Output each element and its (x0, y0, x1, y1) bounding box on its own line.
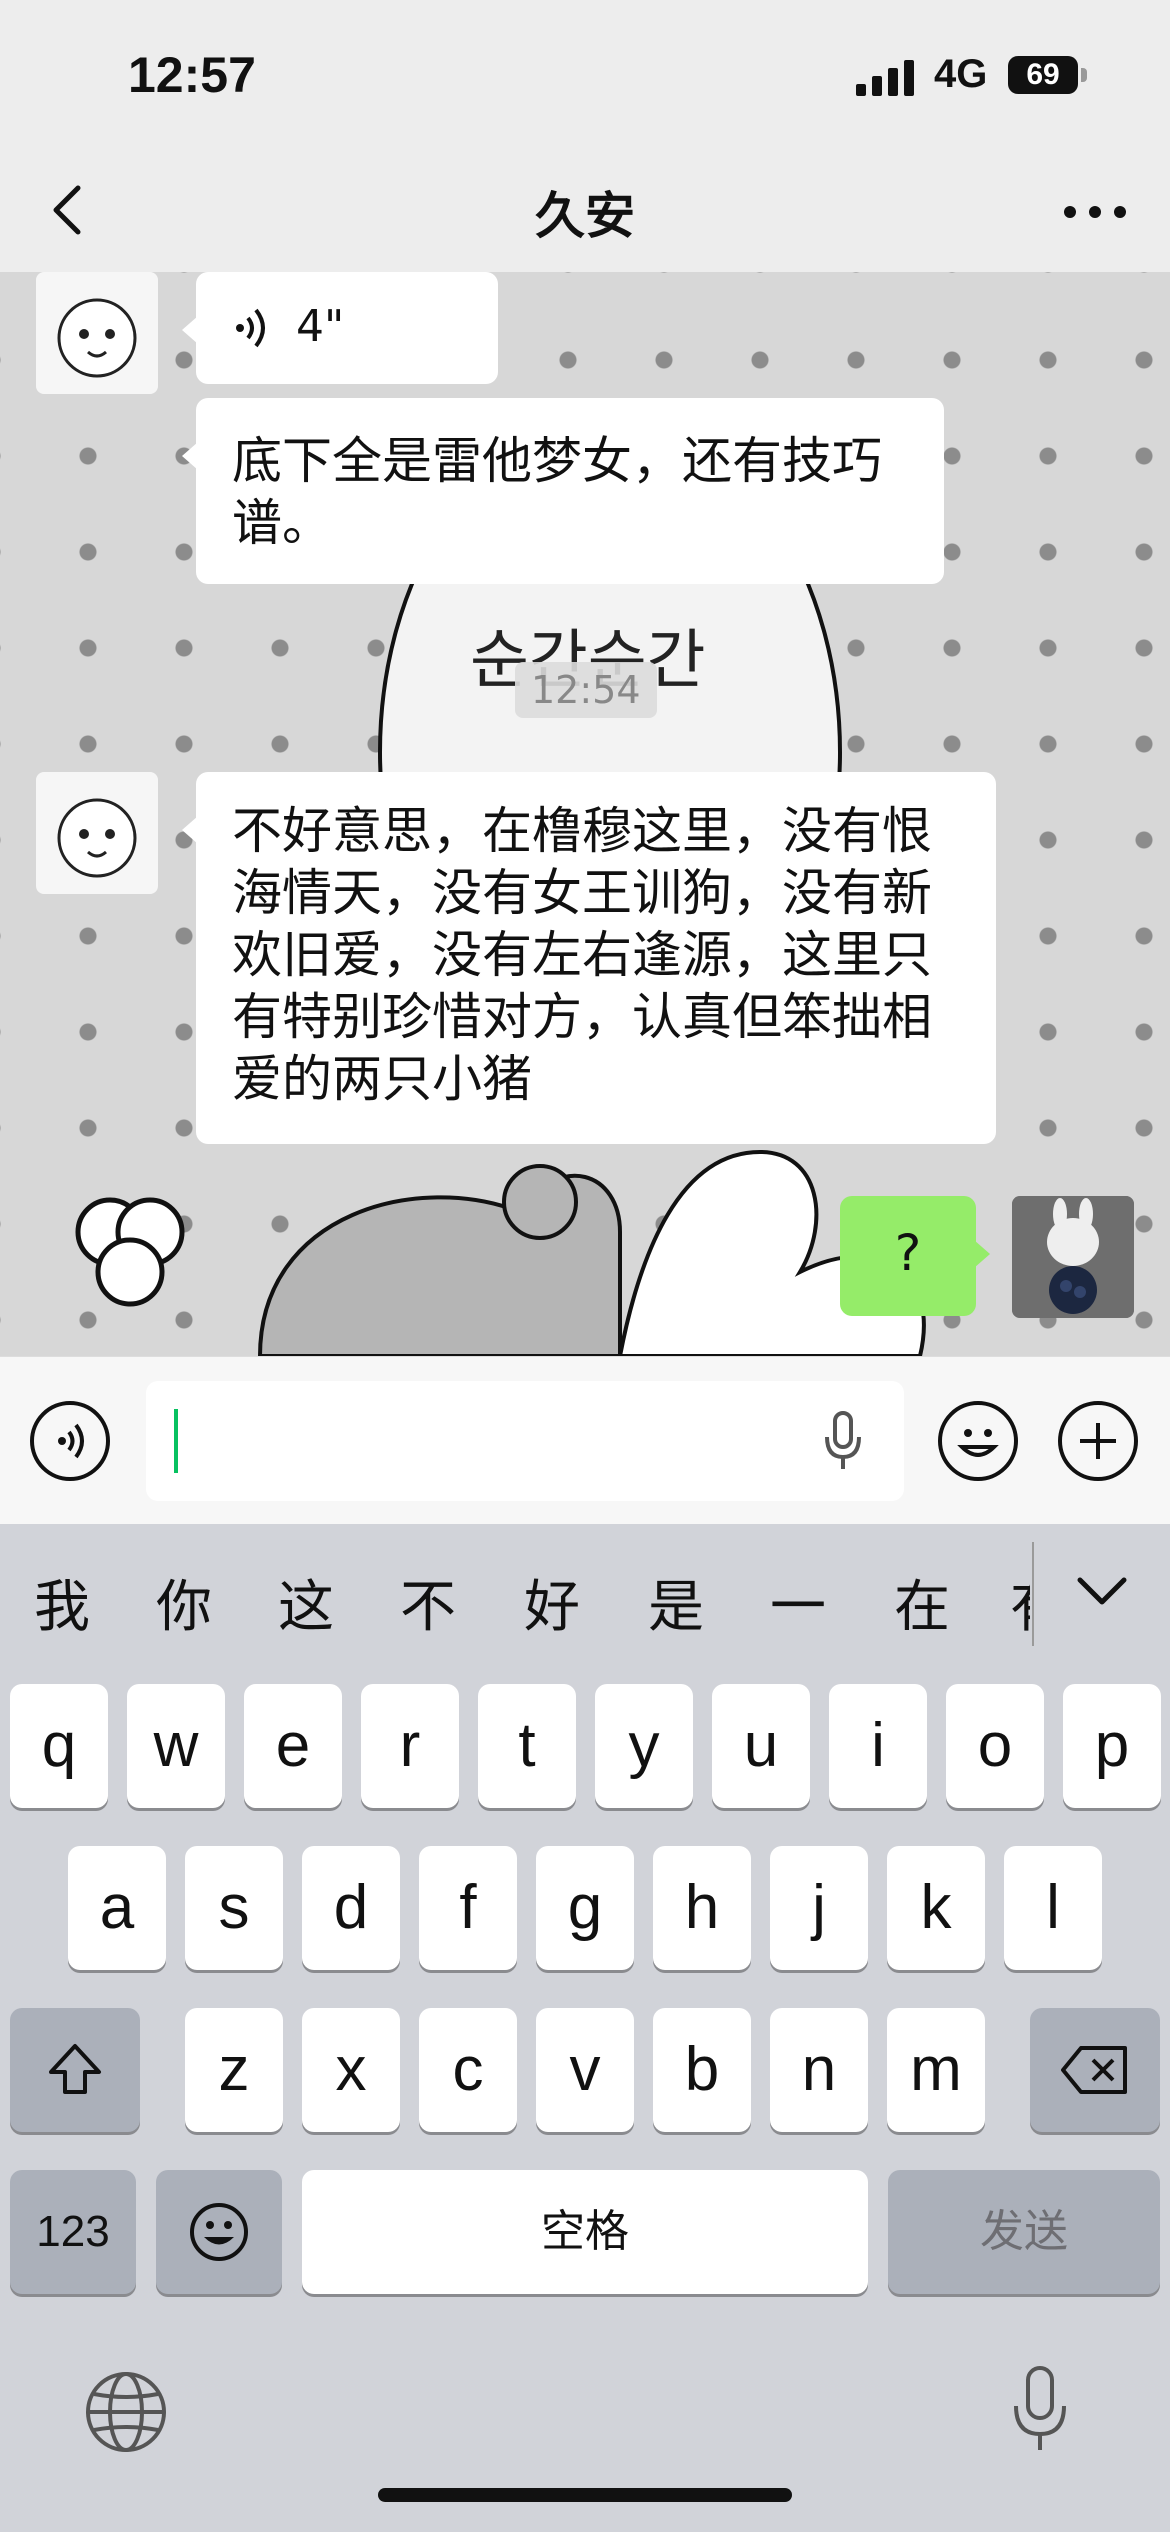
key-u[interactable]: u (712, 1684, 810, 1808)
microphone-icon[interactable] (818, 1409, 868, 1473)
plus-icon (1080, 1423, 1116, 1459)
key-e[interactable]: e (244, 1684, 342, 1808)
network-type: 4G (934, 52, 988, 96)
key-q[interactable]: q (10, 1684, 108, 1808)
candidate-bar: 我 你 这 不 好 是 一 在 有 (0, 1524, 1170, 1664)
key-o[interactable]: o (946, 1684, 1044, 1808)
candidate[interactable]: 你 (156, 1562, 212, 1643)
battery-icon: 69 (1008, 56, 1078, 94)
delete-key[interactable] (1030, 2008, 1160, 2132)
backspace-icon (1061, 2046, 1127, 2094)
voice-input-button[interactable] (30, 1401, 110, 1481)
key-h[interactable]: h (653, 1846, 751, 1970)
key-z[interactable]: z (185, 2008, 283, 2132)
numbers-key[interactable]: 123 (10, 2170, 136, 2294)
message-text: ? (894, 1224, 922, 1282)
status-time: 12:57 (128, 47, 256, 103)
cat-avatar-icon (57, 798, 137, 878)
key-w[interactable]: w (127, 1684, 225, 1808)
candidate[interactable]: 在 (894, 1562, 950, 1643)
key-f[interactable]: f (419, 1846, 517, 1970)
sent-message-bubble[interactable]: ? (840, 1196, 990, 1316)
candidate[interactable]: 是 (648, 1562, 704, 1643)
more-functions-button[interactable] (1058, 1401, 1138, 1481)
emoji-icon (190, 2203, 248, 2261)
key-t[interactable]: t (478, 1684, 576, 1808)
emoji-button[interactable] (938, 1401, 1018, 1481)
candidate[interactable]: 有 (1010, 1562, 1030, 1643)
key-c[interactable]: c (419, 2008, 517, 2132)
chat-title: 久安 (535, 187, 635, 245)
chevron-down-icon[interactable] (1074, 1572, 1130, 1612)
emoji-key[interactable] (156, 2170, 282, 2294)
shift-icon (49, 2044, 101, 2094)
emoji-icon (957, 1429, 999, 1457)
message-bubble[interactable]: 不好意思，在橹穆这里，没有恨海情天，没有女王训狗，没有新欢旧爱，没有左右逢源，这… (182, 772, 996, 1144)
timestamp: 12:54 (515, 662, 657, 718)
candidate[interactable]: 好 (524, 1562, 580, 1643)
home-indicator (378, 2488, 792, 2502)
key-p[interactable]: p (1063, 1684, 1161, 1808)
send-key[interactable]: 发送 (888, 2170, 1160, 2294)
message-input[interactable] (146, 1381, 904, 1501)
key-j[interactable]: j (770, 1846, 868, 1970)
candidate[interactable]: 这 (278, 1562, 334, 1643)
contact-avatar[interactable] (36, 772, 158, 894)
key-b[interactable]: b (653, 2008, 751, 2132)
key-s[interactable]: s (185, 1846, 283, 1970)
space-key[interactable]: 空格 (302, 2170, 868, 2294)
bunny-avatar-icon (1012, 1196, 1134, 1318)
candidate[interactable]: 不 (400, 1562, 456, 1643)
status-bar: 12:57 4G 69 (0, 0, 1170, 150)
more-icon[interactable] (1060, 192, 1130, 232)
key-i[interactable]: i (829, 1684, 927, 1808)
key-d[interactable]: d (302, 1846, 400, 1970)
message-text: 底下全是雷他梦女，还有技巧谱。 (232, 432, 882, 552)
voice-duration: 4" (296, 301, 345, 352)
key-k[interactable]: k (887, 1846, 985, 1970)
voice-toggle-icon (58, 1423, 84, 1459)
my-avatar[interactable] (1012, 1196, 1134, 1318)
key-g[interactable]: g (536, 1846, 634, 1970)
cat-avatar-icon (57, 298, 137, 378)
key-x[interactable]: x (302, 2008, 400, 2132)
key-m[interactable]: m (887, 2008, 985, 2132)
key-l[interactable]: l (1004, 1846, 1102, 1970)
key-v[interactable]: v (536, 2008, 634, 2132)
voice-message[interactable]: 4" (182, 272, 498, 384)
message-text: 不好意思，在橹穆这里，没有恨海情天，没有女王训狗，没有新欢旧爱，没有左右逢源，这… (232, 802, 932, 1108)
chat-area[interactable]: 순간순간 4" 底下全是雷他梦女，还有技巧谱。 12:54 不好意思，在橹穆这里… (0, 272, 1170, 1356)
text-caret (174, 1409, 178, 1473)
shift-key[interactable] (10, 2008, 140, 2132)
message-bubble[interactable]: 底下全是雷他梦女，还有技巧谱。 (182, 398, 944, 584)
signal-icon (856, 58, 914, 96)
contact-avatar[interactable] (36, 272, 158, 394)
key-n[interactable]: n (770, 2008, 868, 2132)
key-a[interactable]: a (68, 1846, 166, 1970)
input-bar (0, 1356, 1170, 1525)
key-y[interactable]: y (595, 1684, 693, 1808)
key-r[interactable]: r (361, 1684, 459, 1808)
nav-bar: 久安 (0, 150, 1170, 272)
globe-icon[interactable] (84, 2370, 168, 2454)
candidate[interactable]: 一 (770, 1562, 826, 1643)
candidate[interactable]: 我 (34, 1562, 90, 1643)
keyboard: 我 你 这 不 好 是 一 在 有 q w e r t y u i o p a … (0, 1524, 1170, 2532)
candidate-divider (1032, 1542, 1034, 1646)
battery-tip (1081, 68, 1087, 82)
voice-icon (236, 308, 265, 348)
dictation-microphone-icon[interactable] (1008, 2364, 1072, 2454)
